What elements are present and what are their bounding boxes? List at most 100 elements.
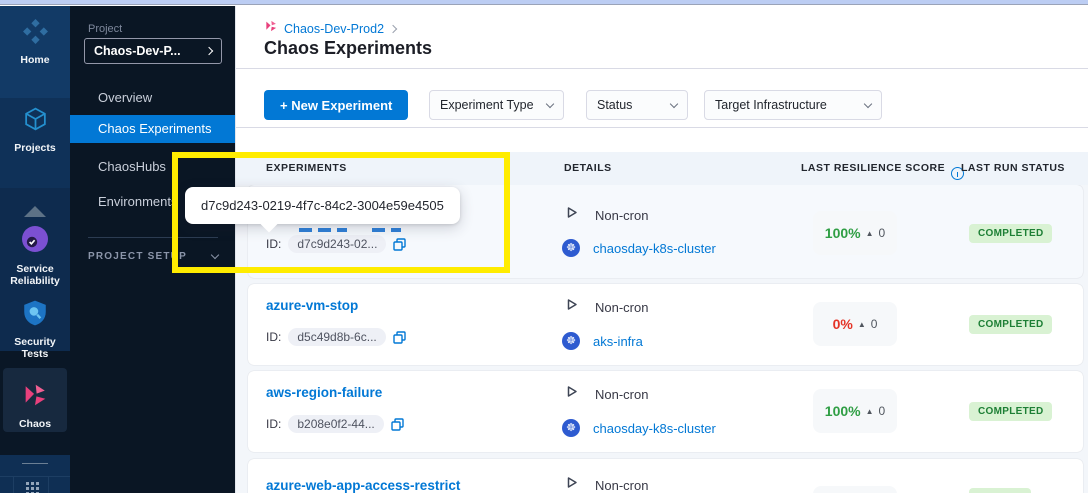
project-setup-label: PROJECT SETUP xyxy=(88,251,187,262)
copy-icon[interactable] xyxy=(391,418,404,431)
chevron-down-icon xyxy=(864,99,872,107)
chevron-down-icon xyxy=(546,99,554,107)
harness-home-icon xyxy=(22,32,49,49)
status-badge: COMPLETED xyxy=(969,315,1052,334)
sidebar-item-chaos-experiments[interactable]: Chaos Experiments xyxy=(70,115,235,143)
header-divider xyxy=(236,68,1088,69)
schedule-type: Non-cron xyxy=(595,300,648,315)
score-delta: 0 xyxy=(879,226,886,240)
infrastructure-detail: ☸ chaosday-k8s-cluster xyxy=(562,419,716,437)
experiments-table-body: ID: d7c9d243-02... Non-cron ☸ chaosday-k… xyxy=(236,185,1088,493)
rail-item-chaos[interactable]: Chaos xyxy=(0,381,70,430)
experiment-id-line: ID: d7c9d243-02... xyxy=(266,235,406,253)
apps-grid-icon[interactable] xyxy=(26,482,29,485)
copy-icon[interactable] xyxy=(393,331,406,344)
kubernetes-icon: ☸ xyxy=(562,419,580,437)
column-details: DETAILS xyxy=(564,152,612,185)
cell-divider xyxy=(13,477,14,493)
top-accent-bar xyxy=(0,0,1088,5)
rail-item-label: Home xyxy=(0,54,70,66)
project-selector[interactable]: Chaos-Dev-P... xyxy=(84,38,222,64)
column-last-run-status: LAST RUN STATUS xyxy=(961,152,1065,185)
copy-icon[interactable] xyxy=(393,238,406,251)
column-last-resilience-score: LAST RESILIENCE SCORE xyxy=(801,152,964,185)
scroll-up-icon[interactable] xyxy=(24,206,46,217)
experiment-name-link[interactable]: azure-vm-stop xyxy=(266,298,358,313)
status-badge: COMPLETED xyxy=(969,402,1052,421)
breadcrumb: Chaos-Dev-Prod2 xyxy=(264,19,396,38)
play-icon xyxy=(564,205,579,225)
project-setup-toggle[interactable]: PROJECT SETUP xyxy=(88,251,218,262)
table-header: EXPERIMENTS DETAILS LAST RESILIENCE SCOR… xyxy=(236,152,1088,185)
kubernetes-icon: ☸ xyxy=(562,239,580,257)
project-sidebar: Project Chaos-Dev-P... Overview Chaos Ex… xyxy=(70,6,235,493)
rail-item-projects[interactable]: Projects xyxy=(0,106,70,154)
id-label: ID: xyxy=(266,417,281,431)
filter-label: Experiment Type xyxy=(440,98,534,112)
security-tests-shield-icon xyxy=(21,314,49,331)
cell-divider xyxy=(48,477,49,493)
obscured-experiment-name[interactable] xyxy=(299,228,347,232)
status-badge: COMPLETED xyxy=(969,224,1052,243)
sidebar-item-chaoshubs[interactable]: ChaosHubs xyxy=(70,153,235,181)
new-experiment-button[interactable]: + New Experiment xyxy=(264,90,408,120)
chevron-down-icon xyxy=(670,99,678,107)
filter-label: Status xyxy=(597,98,632,112)
column-label: LAST RESILIENCE SCORE xyxy=(801,152,945,185)
experiment-id-value: d5c49d8b-6c... xyxy=(288,328,385,346)
main-content: Chaos-Dev-Prod2 Chaos Experiments + New … xyxy=(235,6,1088,493)
breadcrumb-project-link[interactable]: Chaos-Dev-Prod2 xyxy=(284,22,384,36)
rail-item-security-tests[interactable]: Security Tests xyxy=(0,299,70,360)
rail-item-service-reliability[interactable]: Service Reliability xyxy=(0,224,70,287)
resilience-score xyxy=(813,486,897,493)
id-label: ID: xyxy=(266,237,281,251)
target-infrastructure-filter[interactable]: Target Infrastructure xyxy=(704,90,882,120)
infrastructure-detail: ☸ aks-infra xyxy=(562,332,643,350)
play-icon xyxy=(564,475,579,493)
project-label: Project xyxy=(88,23,122,35)
sidebar-divider xyxy=(88,237,218,238)
schedule-detail: Non-cron xyxy=(564,205,648,225)
column-experiments: EXPERIMENTS xyxy=(266,152,347,185)
infrastructure-link[interactable]: aks-infra xyxy=(593,334,643,349)
schedule-detail: Non-cron xyxy=(564,384,648,404)
experiment-id-value: b208e0f2-44... xyxy=(288,415,383,433)
filter-label: Target Infrastructure xyxy=(715,98,827,112)
rail-item-label: Security Tests xyxy=(0,336,70,360)
rail-item-label: Chaos xyxy=(0,418,70,430)
service-reliability-icon xyxy=(20,241,50,258)
table-row[interactable]: azure-vm-stop ID: d5c49d8b-6c... Non-cro… xyxy=(248,284,1083,365)
resilience-score: 100% ▲ 0 xyxy=(813,211,897,255)
experiment-id-tooltip: d7c9d243-0219-4f7c-84c2-3004e59e4505 xyxy=(185,187,460,224)
infrastructure-detail: ☸ chaosday-k8s-cluster xyxy=(562,239,716,257)
infrastructure-link[interactable]: chaosday-k8s-cluster xyxy=(593,421,716,436)
sidebar-item-overview[interactable]: Overview xyxy=(70,84,235,112)
module-icon-rail: Home Projects Service Reliability Securi… xyxy=(0,6,70,493)
projects-cube-icon xyxy=(22,120,49,137)
score-value: 100% xyxy=(825,225,861,241)
status-filter[interactable]: Status xyxy=(586,90,688,120)
chevron-right-icon xyxy=(389,24,397,32)
rail-divider xyxy=(22,463,48,464)
obscured-experiment-name[interactable] xyxy=(372,228,401,232)
rail-item-home[interactable]: Home xyxy=(0,18,70,66)
rail-bottom-cells xyxy=(0,476,70,493)
score-delta: 0 xyxy=(871,317,878,331)
chevron-down-icon xyxy=(211,251,219,259)
table-row[interactable]: aws-region-failure ID: b208e0f2-44... No… xyxy=(248,371,1083,452)
schedule-type: Non-cron xyxy=(595,208,648,223)
chevron-right-icon xyxy=(205,47,213,55)
resilience-score: 0% ▲ 0 xyxy=(813,302,897,346)
schedule-detail: Non-cron xyxy=(564,297,648,317)
experiment-name-link[interactable]: azure-web-app-access-restrict xyxy=(266,478,460,493)
score-value: 0% xyxy=(833,316,853,332)
table-row[interactable]: azure-web-app-access-restrict Non-cron xyxy=(248,459,1083,493)
experiment-name-link[interactable]: aws-region-failure xyxy=(266,385,382,400)
schedule-type: Non-cron xyxy=(595,387,648,402)
experiment-type-filter[interactable]: Experiment Type xyxy=(429,90,564,120)
experiment-id-value: d7c9d243-02... xyxy=(288,235,386,253)
id-label: ID: xyxy=(266,330,281,344)
infrastructure-link[interactable]: chaosday-k8s-cluster xyxy=(593,241,716,256)
score-value: 100% xyxy=(825,403,861,419)
rail-item-label: Service Reliability xyxy=(5,263,65,287)
